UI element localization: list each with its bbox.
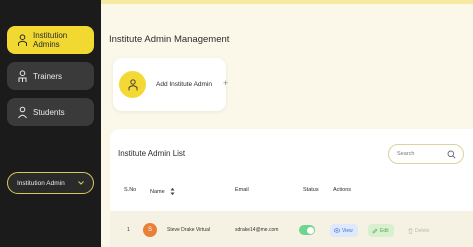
edit-icon — [372, 228, 378, 233]
role-select-value: Institution Admin — [17, 179, 65, 187]
sidebar: Institution Admins Trainers Students Ins… — [0, 0, 101, 247]
delete-label: Delete — [415, 227, 430, 234]
view-button[interactable]: View — [330, 224, 358, 237]
view-label: View — [342, 227, 353, 234]
edit-label: Edit — [380, 227, 389, 234]
student-icon — [17, 106, 28, 119]
search-input[interactable] — [397, 149, 447, 159]
avatar: S — [143, 223, 157, 237]
admin-icon — [128, 78, 137, 90]
column-header-name[interactable]: Name — [150, 187, 175, 196]
list-title: Institute Admin List — [118, 149, 186, 158]
column-header-sno: S.No — [124, 187, 137, 193]
column-header-status: Status — [303, 187, 319, 193]
main-content: Institute Admin Management Add Institute… — [101, 0, 473, 247]
admin-icon — [17, 33, 28, 47]
add-institute-admin-card[interactable]: Add Institute Admin + — [113, 58, 228, 111]
cell-email: sdrake14@me.com — [235, 227, 279, 233]
add-admin-label: Add Institute Admin — [156, 81, 213, 88]
column-header-label: Name — [150, 188, 165, 195]
sidebar-item-students[interactable]: Students — [7, 98, 94, 126]
plus-icon[interactable]: + — [223, 78, 228, 88]
chevron-down-icon — [78, 181, 84, 185]
admin-list-card: Institute Admin List S.No Name Email Sta… — [110, 129, 473, 247]
cell-name: Steve Drake Virtual — [167, 227, 210, 233]
role-select[interactable]: Institution Admin — [7, 172, 94, 194]
table-row: 1 S Steve Drake Virtual sdrake14@me.com … — [110, 211, 473, 247]
trainer-icon — [17, 69, 28, 83]
sidebar-item-label: Students — [33, 107, 65, 117]
cell-sno: 1 — [127, 227, 130, 233]
edit-button[interactable]: Edit — [368, 224, 394, 237]
column-header-actions: Actions — [333, 187, 352, 193]
page-title: Institute Admin Management — [109, 34, 230, 45]
search-box[interactable] — [388, 144, 464, 164]
sidebar-item-trainers[interactable]: Trainers — [7, 62, 94, 90]
search-icon[interactable] — [447, 150, 456, 159]
status-toggle[interactable] — [299, 225, 315, 235]
trash-icon — [408, 227, 413, 234]
column-header-email: Email — [235, 187, 249, 193]
sidebar-item-label: Institution Admins — [33, 31, 68, 49]
sort-icon[interactable] — [170, 187, 175, 196]
delete-button[interactable]: Delete — [404, 224, 434, 237]
eye-icon — [334, 228, 340, 233]
add-admin-avatar — [119, 71, 146, 98]
app-frame: Institution Admins Trainers Students Ins… — [0, 0, 473, 247]
sidebar-item-label: Trainers — [33, 71, 63, 81]
sidebar-item-institution-admins[interactable]: Institution Admins — [7, 26, 94, 54]
